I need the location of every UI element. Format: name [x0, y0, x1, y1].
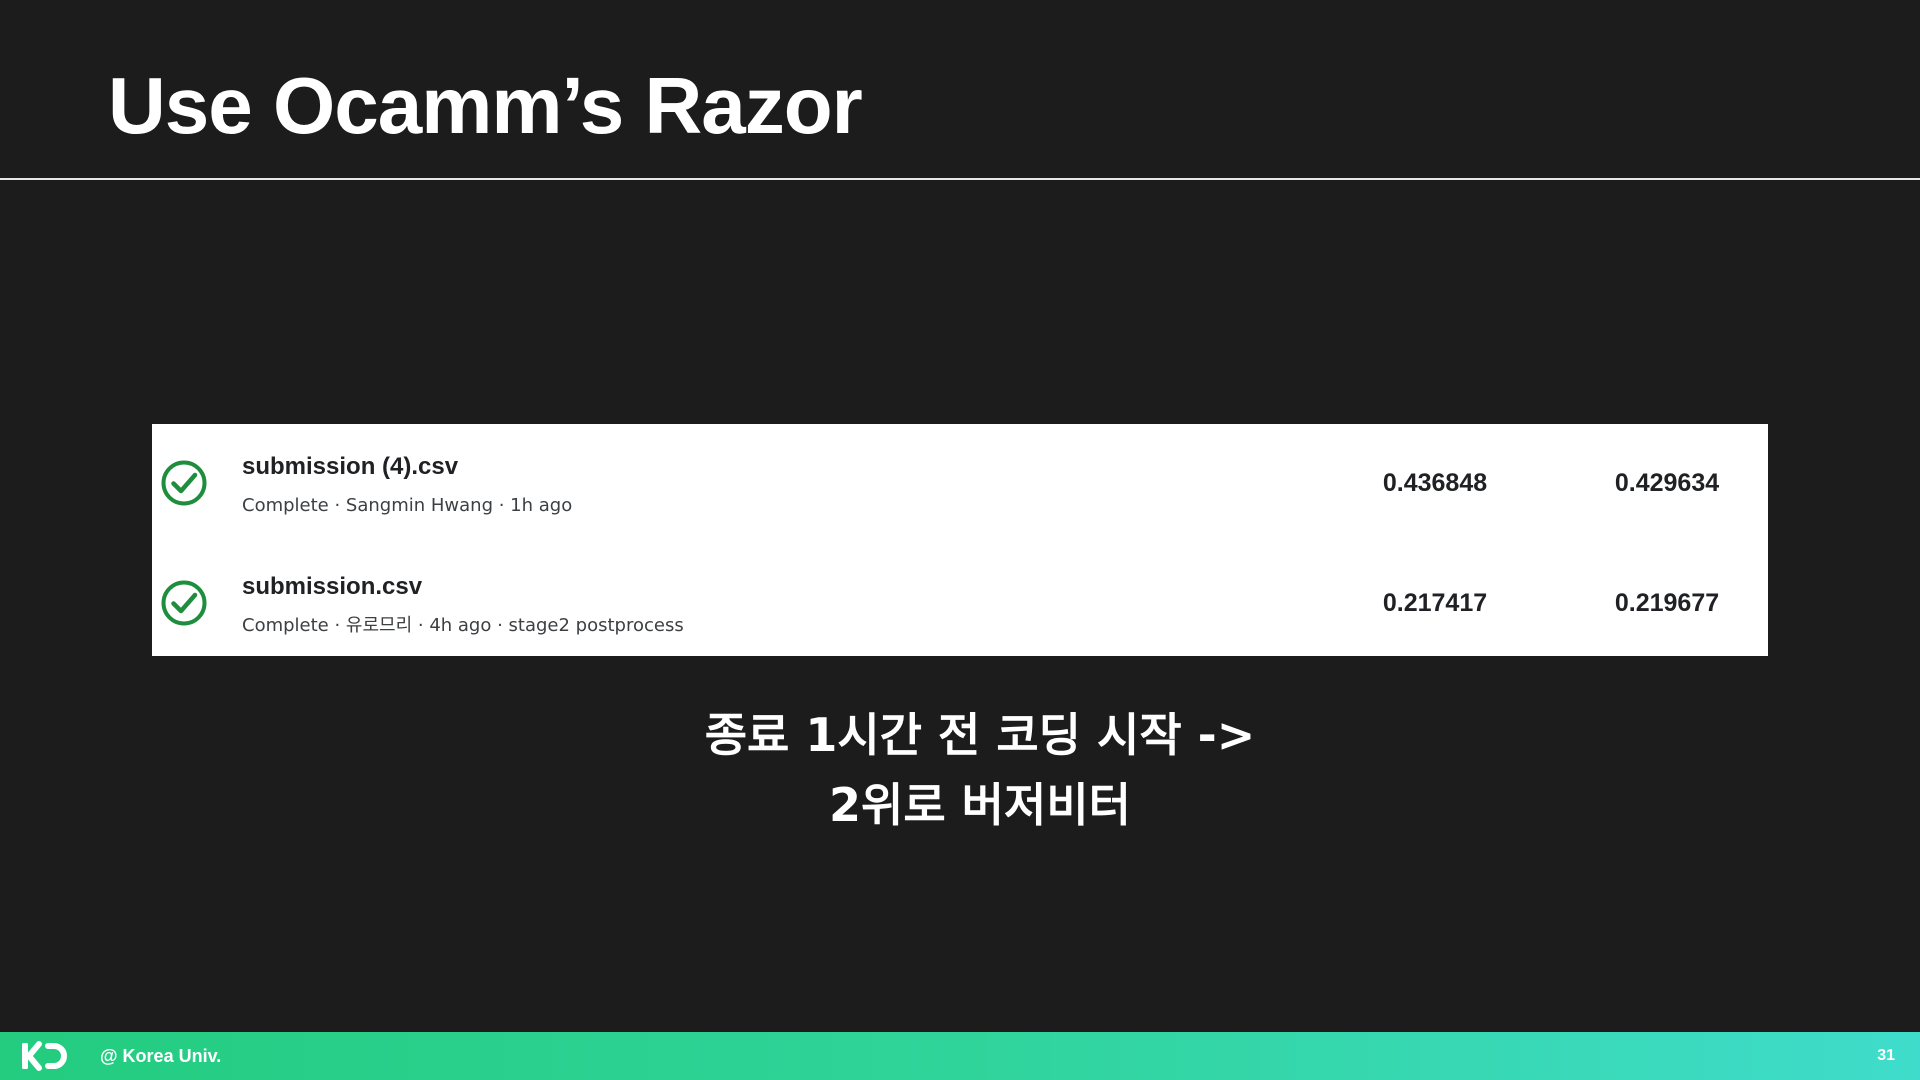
- caption-line-1: 종료 1시간 전 코딩 시작 ->: [704, 708, 1256, 762]
- public-score: 0.219677: [1614, 589, 1720, 617]
- submission-filename[interactable]: submission.csv: [242, 572, 422, 602]
- kd-logo-icon: [22, 1041, 67, 1071]
- slide-title: Use Ocamm’s Razor: [108, 61, 863, 150]
- check-circle-icon: [161, 460, 207, 506]
- footer-organization: @ Korea Univ.: [100, 1046, 222, 1066]
- check-circle-icon: [161, 580, 207, 626]
- private-score: 0.436848: [1382, 469, 1488, 497]
- submission-row[interactable]: submission.csv Complete · 유로므리 · 4h ago …: [152, 544, 1768, 660]
- submission-meta: Complete · Sangmin Hwang · 1h ago: [242, 495, 573, 516]
- private-score: 0.217417: [1382, 589, 1488, 617]
- public-score: 0.429634: [1614, 469, 1720, 497]
- title-divider: [0, 178, 1920, 180]
- footer-bar: @ Korea Univ. 31: [0, 1032, 1920, 1080]
- submission-row[interactable]: submission (4).csv Complete · Sangmin Hw…: [152, 424, 1768, 540]
- submissions-panel: submission (4).csv Complete · Sangmin Hw…: [152, 424, 1768, 656]
- submission-meta: Complete · 유로므리 · 4h ago · stage2 postpr…: [242, 615, 684, 636]
- caption-line-2: 2위로 버저비터: [829, 778, 1131, 832]
- submission-filename[interactable]: submission (4).csv: [242, 452, 458, 482]
- page-number: 31: [1877, 1047, 1895, 1064]
- slide-caption: 종료 1시간 전 코딩 시작 -> 2위로 버저비터: [0, 700, 1920, 840]
